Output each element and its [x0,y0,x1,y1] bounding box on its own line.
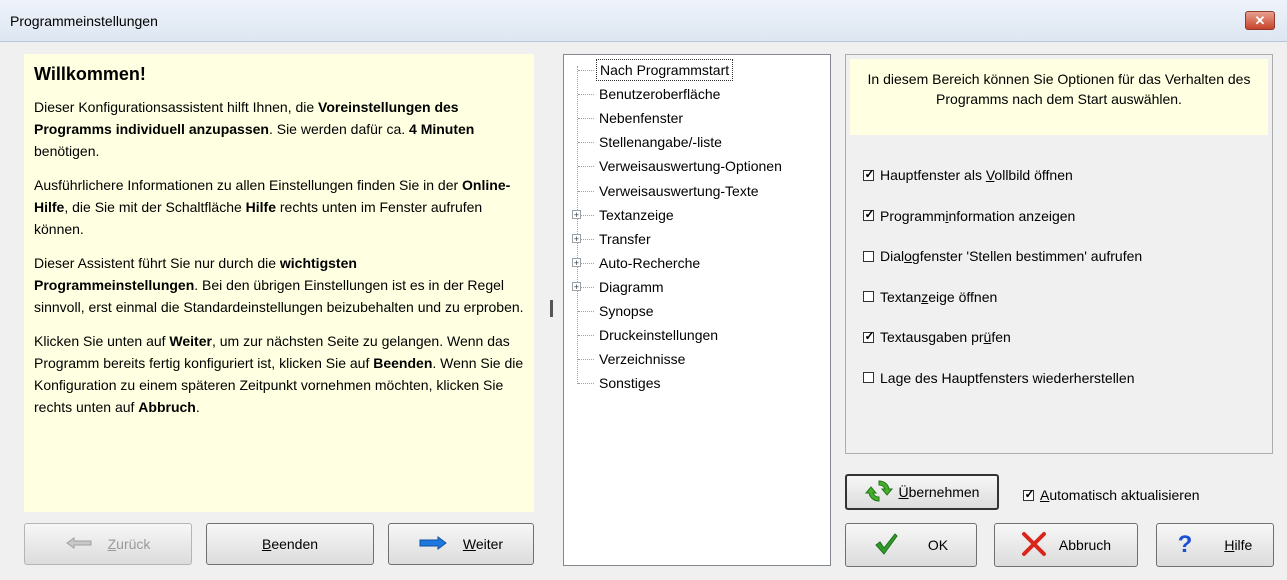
checkbox-box[interactable] [863,372,874,383]
right-arrow-icon [419,535,447,553]
tree-connector [578,142,594,144]
tree-connector [578,335,594,337]
tree-guide-line [577,66,578,384]
tree-connector [578,94,594,96]
tree-connector [578,190,594,192]
tree-item-label: Textanzeige [599,206,674,223]
welcome-paragraph-1: Dieser Konfigurationsassistent hilft Ihn… [34,99,475,159]
checkbox-label: Lage des Hauptfensters wiederherstellen [880,369,1135,386]
checkbox-box[interactable]: ✓ [863,328,875,343]
tree-item-label: Nach Programmstart [596,59,734,81]
tree-connector [578,70,594,71]
tree-item-label: Benutzeroberfläche [599,86,721,103]
panel-splitter[interactable] [550,300,553,317]
checkbox-box[interactable] [863,250,874,262]
checkbox-label: Programminformation anzeigen [880,207,1076,224]
question-mark-icon: ? [1177,531,1193,558]
checkbox-label: Textanzeige öffnen [880,288,998,305]
tree-item-label: Auto-Recherche [599,254,701,271]
welcome-paragraph-3: Dieser Assistent führt Sie nur durch die… [34,255,524,315]
checkmark-icon: ✓ [864,166,875,181]
checkmark-icon: ✓ [1024,486,1035,501]
checkbox-box[interactable] [863,291,874,302]
auto-update-checkbox[interactable]: ✓ Automatisch aktualisieren [1023,485,1200,505]
tree-connector [578,166,594,168]
option-checkbox[interactable]: ✓ Programminformation anzeigen [863,206,1075,226]
tree-item-label: Synopse [599,303,654,319]
cancel-button[interactable]: Abbruch [994,523,1138,567]
settings-tree[interactable]: Nach Programmstart Benutzeroberfläche Nebe… [563,54,831,566]
finish-button[interactable]: Beenden [206,523,374,565]
close-button[interactable]: ✕ [1245,11,1275,30]
option-checkbox[interactable]: Lage des Hauptfensters wiederherstellen [863,368,1135,388]
tree-connector [578,383,594,385]
help-button[interactable]: ? Hilfe [1156,523,1274,567]
left-arrow-icon [65,536,92,552]
options-panel: In diesem Bereich können Sie Optionen fü… [845,54,1273,454]
auto-update-label: Automatisch aktualisieren [1040,487,1200,503]
expand-icon[interactable]: + [572,281,581,291]
checkmark-icon: ✓ [864,328,875,343]
window-title: Programmeinstellungen [10,13,158,29]
checkmark-icon [874,532,898,559]
tree-connector [578,118,594,120]
tree-connector [578,311,594,312]
back-button[interactable]: Zurück [24,523,192,565]
close-icon: ✕ [1254,13,1266,28]
expand-icon[interactable]: + [572,233,581,243]
refresh-icon [864,478,893,507]
tree-item-label: Transfer [599,230,651,247]
expand-icon[interactable]: + [572,209,581,219]
auto-update-checkbox-box[interactable]: ✓ [1023,486,1035,501]
tree-item-label: Nebenfenster [599,110,684,127]
next-button-label: Weiter [462,536,504,552]
checkbox-box[interactable]: ✓ [863,166,875,181]
title-bar: Programmeinstellungen ✕ [0,0,1287,42]
next-button[interactable]: Weiter [388,523,534,565]
checkbox-label: Textausgaben prüfen [880,329,1011,345]
option-checkbox[interactable]: ✓ Hauptfenster als Vollbild öffnen [863,165,1073,185]
tree-item-label: Druckeinstellungen [599,327,719,344]
welcome-paragraph-2: Ausführlichere Informationen zu allen Ei… [34,177,511,237]
checkbox-label: Hauptfenster als Vollbild öffnen [880,167,1073,183]
options-info: In diesem Bereich können Sie Optionen fü… [850,59,1268,135]
tree-item-label: Verweisauswertung-Texte [599,182,759,199]
apply-button-label: Übernehmen [898,484,980,500]
apply-button[interactable]: Übernehmen [845,474,999,510]
tree-connector [578,359,594,361]
tree-item-label: Diagramm [599,278,664,295]
option-checkbox[interactable]: Dialogfenster 'Stellen bestimmen' aufruf… [863,246,1142,266]
checkbox-box[interactable]: ✓ [863,207,875,221]
ok-button-label: OK [927,537,949,553]
ok-button[interactable]: OK [845,523,977,567]
option-checkbox[interactable]: Textanzeige öffnen [863,287,997,307]
option-checkbox[interactable]: ✓ Textausgaben prüfen [863,327,1011,347]
tree-item-label: Stellenangabe/-liste [599,134,722,151]
tree-item-label: Verweisauswertung-Optionen [599,158,782,175]
back-button-label: Zurück [107,536,151,552]
tree-item-label: Sonstiges [599,375,661,392]
cancel-button-label: Abbruch [1058,537,1112,553]
tree-item-label: Verzeichnisse [599,351,686,368]
expand-icon[interactable]: + [572,257,581,267]
checkmark-icon: ✓ [864,207,875,221]
x-icon [1021,531,1047,560]
finish-button-label: Beenden [261,536,319,552]
checkbox-label: Dialogfenster 'Stellen bestimmen' aufruf… [880,248,1143,264]
help-button-label: Hilfe [1224,537,1253,553]
welcome-paragraph-4: Klicken Sie unten auf Weiter, um zur näc… [34,333,524,415]
welcome-panel: Willkommen! Dieser Konfigurationsassiste… [24,54,534,512]
welcome-heading: Willkommen! [34,64,146,84]
